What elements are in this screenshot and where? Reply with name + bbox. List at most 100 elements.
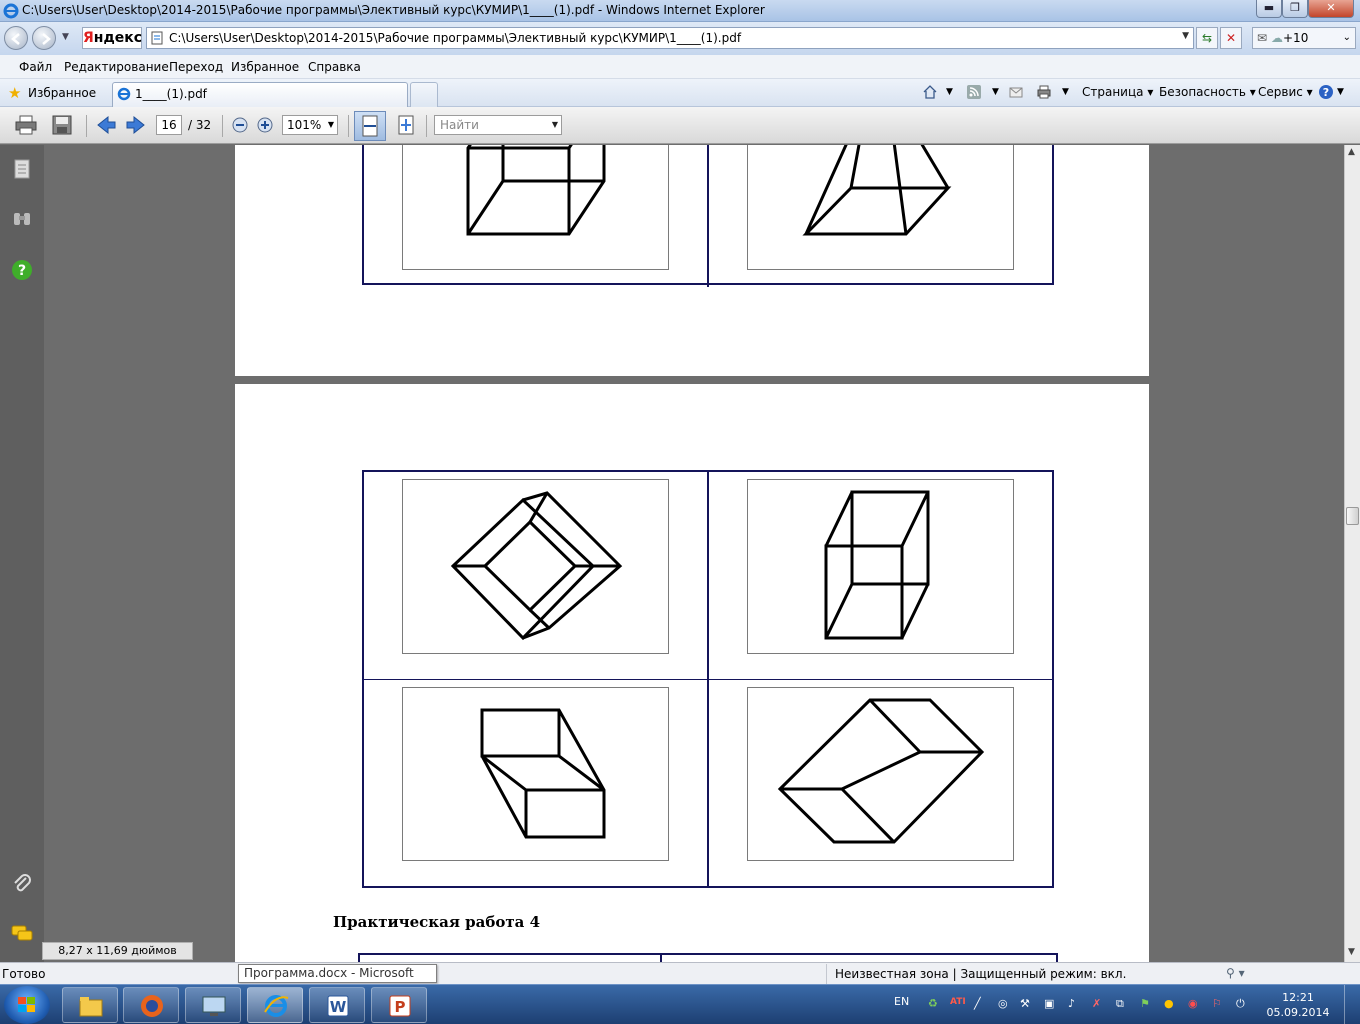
help-circle-icon[interactable]: ? [10,258,34,282]
ie-logo-icon [3,3,19,19]
pdf-toolbar: 16 / 32 101% ▼ Найти ▼ [0,107,1360,144]
pdf-page-15 [235,145,1149,376]
tray-network-icon[interactable]: ♻ [928,997,938,1010]
pdf-print-icon[interactable] [14,114,38,136]
menu-go[interactable]: Переход [169,60,223,74]
language-indicator[interactable]: EN [894,995,909,1008]
address-dropdown-icon[interactable]: ▼ [1182,31,1189,41]
tray-windows-icon[interactable]: ⧉ [1116,997,1124,1011]
save-icon[interactable] [50,114,74,136]
tab-pdf[interactable]: 1____(1).pdf [112,82,408,107]
new-tab-button[interactable] [410,82,438,107]
history-dropdown-icon[interactable]: ▼ [62,32,69,42]
powerpoint-icon: P [389,995,411,1017]
tray-wifi-icon[interactable]: ◎ [998,997,1008,1010]
taskbar-clock[interactable]: 12:21 05.09.2014 [1262,990,1334,1020]
home-icon[interactable] [922,84,938,100]
taskbar-firefox[interactable] [123,987,179,1023]
next-page-icon[interactable] [124,114,148,136]
yandex-logo[interactable]: Яндекс [82,27,142,49]
windows-logo-icon [18,997,35,1012]
toolbar-separator [348,115,349,137]
taskbar-powerpoint[interactable]: P [371,987,427,1023]
forward-button[interactable] [32,26,56,50]
help-icon[interactable]: ? [1318,84,1334,100]
taskbar-explorer[interactable] [62,987,118,1023]
refresh-icon[interactable]: ⇆ [1196,27,1218,49]
tray-update-icon[interactable]: ● [1164,997,1174,1010]
find-input[interactable]: Найти ▼ [434,115,562,135]
document-viewport[interactable]: Практическая работа 4 [44,145,1344,962]
tray-pen-icon[interactable]: ╱ [974,997,981,1010]
mail-icon: ✉ [1257,31,1268,45]
menu-file[interactable]: Файл [19,60,52,74]
tray-x-icon[interactable]: ✗ [1092,997,1101,1010]
safety-menu[interactable]: Безопасность ▾ [1159,85,1256,99]
zoom-select[interactable]: 101% ▼ [282,115,338,135]
tray-flag-icon[interactable]: ⚑ [1140,997,1150,1010]
tray-ati-icon[interactable]: ATI [950,997,966,1007]
weather-dropdown-icon[interactable]: ⌄ [1343,28,1351,48]
maximize-button[interactable]: ❐ [1282,0,1308,18]
tray-volume-icon[interactable]: ♪ [1068,997,1075,1010]
taskbar-remote-desktop[interactable] [185,987,241,1023]
page-menu[interactable]: Страница ▾ [1082,85,1153,99]
comments-icon[interactable] [10,922,34,946]
scroll-up-icon[interactable]: ▲ [1348,147,1355,157]
rss-dropdown-icon[interactable]: ▼ [992,87,999,97]
read-mail-icon[interactable] [1008,84,1024,100]
print-dropdown-icon[interactable]: ▼ [1062,87,1069,97]
tray-opera-icon[interactable]: ◉ [1188,997,1198,1010]
rss-icon[interactable] [966,84,982,100]
minimize-button[interactable]: ▬ [1256,0,1282,18]
next-table [358,953,1058,962]
zoom-status-icon[interactable]: ⚲ ▾ [1226,966,1245,980]
tab-title: 1____(1).pdf [135,87,207,101]
address-input[interactable]: C:\Users\User\Desktop\2014-2015\Рабочие … [146,27,1194,49]
back-button[interactable] [4,26,28,50]
page-number-input[interactable]: 16 [156,115,182,135]
start-button[interactable] [4,986,50,1024]
table-divider [707,145,709,287]
vertical-scrollbar[interactable]: ▲ ▼ [1344,145,1360,962]
toolbar-separator [426,115,427,137]
service-menu[interactable]: Сервис ▾ [1258,85,1313,99]
menu-edit[interactable]: Редактирование [64,60,169,74]
close-button[interactable]: ✕ [1308,0,1354,18]
svg-text:?: ? [1323,86,1329,99]
menu-favorites[interactable]: Избранное [231,60,299,74]
scroll-down-icon[interactable]: ▼ [1348,947,1355,957]
status-ready: Готово [2,967,46,981]
paperclip-icon[interactable] [10,872,34,896]
address-url: C:\Users\User\Desktop\2014-2015\Рабочие … [169,31,742,45]
favorites-button[interactable]: ★ Избранное [4,83,96,103]
pages-icon[interactable] [10,157,34,181]
home-dropdown-icon[interactable]: ▼ [946,87,953,97]
show-desktop-button[interactable] [1344,985,1360,1024]
scroll-thumb[interactable] [1346,507,1359,525]
zoom-in-icon[interactable] [253,114,277,136]
stop-icon[interactable]: ✕ [1220,27,1242,49]
taskbar-internet-explorer[interactable] [247,987,303,1023]
taskbar-tooltip: Программа.docx - Microsoft Word [238,964,437,997]
zoom-out-icon[interactable] [228,114,252,136]
previous-page-icon[interactable] [94,114,118,136]
tray-tool-icon[interactable]: ⚒ [1020,997,1030,1010]
security-zone[interactable]: Неизвестная зона | Защищенный режим: вкл… [826,964,1126,984]
find-dropdown-icon[interactable]: ▼ [552,116,558,134]
binoculars-icon[interactable] [10,207,34,231]
tray-device-icon[interactable]: ▣ [1044,997,1054,1010]
svg-text:?: ? [18,263,26,279]
tray-power-icon[interactable]: ⏻ [1236,997,1245,1011]
rotated-box-figure [450,491,623,641]
fit-page-icon[interactable] [394,114,418,136]
weather-widget[interactable]: ✉ ☁ +10 ⌄ [1252,27,1356,49]
clock-date: 05.09.2014 [1266,1006,1330,1019]
taskbar-word[interactable]: W [309,987,365,1023]
print-icon[interactable] [1036,84,1052,100]
help-dropdown-icon[interactable]: ▼ [1337,87,1344,97]
zoom-dropdown-icon[interactable]: ▼ [328,116,334,134]
menu-help[interactable]: Справка [308,60,361,74]
fit-width-button[interactable] [354,111,386,141]
tray-flag-x-icon[interactable]: ⚐ [1212,997,1222,1010]
